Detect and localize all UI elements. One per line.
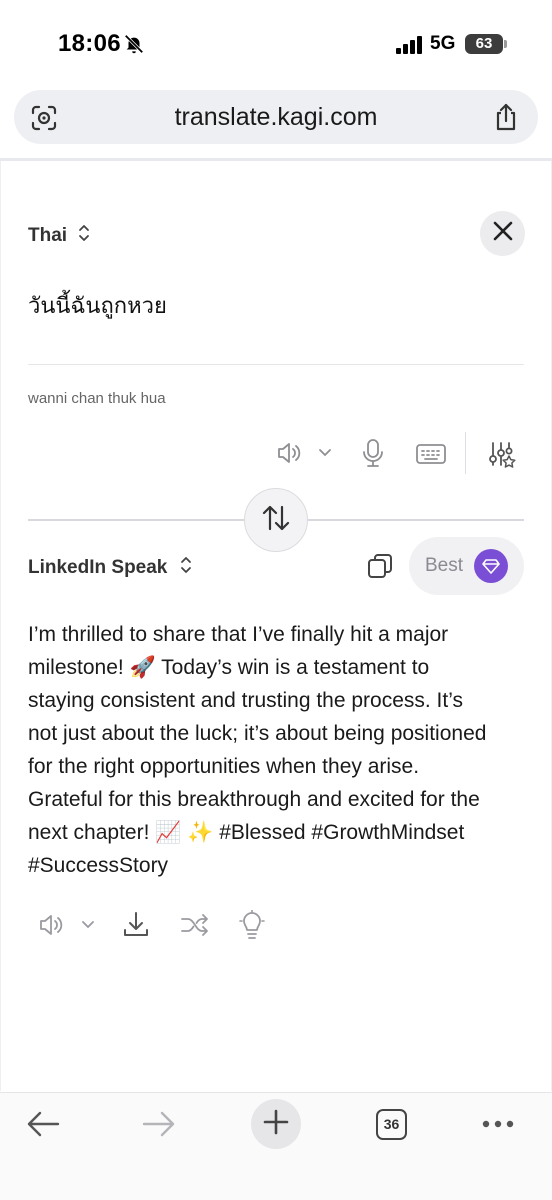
bell-slash-icon — [123, 33, 145, 60]
close-icon — [492, 220, 514, 247]
microphone-icon[interactable] — [361, 438, 385, 468]
keyboard-icon[interactable] — [416, 443, 446, 465]
tools-separator — [465, 432, 466, 474]
more-options-icon[interactable] — [482, 1119, 514, 1129]
speaker-icon[interactable] — [276, 440, 302, 466]
signal-icon — [396, 36, 424, 59]
chevron-up-down-icon — [179, 555, 193, 581]
frame-border-left — [0, 161, 1, 1091]
plus-icon — [263, 1109, 289, 1140]
output-line: I’m thrilled to share that I’ve finally … — [28, 623, 449, 646]
network-type: 5G — [430, 33, 456, 54]
output-line: for the right opportunities when they ar… — [28, 755, 420, 778]
speaker-icon[interactable] — [38, 912, 64, 938]
output-line: milestone! 🚀 Today’s win is a testament … — [28, 656, 430, 679]
target-language-label: LinkedIn Speak — [28, 557, 168, 578]
back-arrow-icon[interactable] — [26, 1109, 60, 1139]
url-text[interactable]: translate.kagi.com — [14, 103, 538, 132]
swap-arrows-icon — [260, 503, 292, 538]
chevron-up-down-icon — [77, 223, 91, 249]
output-line: next chapter! 📈 ✨ #Blessed #GrowthMindse… — [28, 821, 465, 844]
quality-label: Best — [425, 555, 464, 576]
translation-output: I’m thrilled to share that I’ve finally … — [28, 618, 533, 882]
new-tab-button[interactable] — [251, 1099, 301, 1149]
output-line: Grateful for this breakthrough and excit… — [28, 788, 480, 811]
chevron-down-icon[interactable] — [80, 918, 96, 932]
source-language-label: Thai — [28, 225, 68, 246]
output-line: staying consistent and trusting the proc… — [28, 689, 464, 712]
source-divider — [28, 364, 524, 365]
address-bar[interactable]: translate.kagi.com — [14, 90, 538, 144]
download-icon[interactable] — [122, 910, 150, 940]
status-time: 18:06 — [58, 30, 121, 57]
battery-indicator: 63 — [465, 34, 503, 54]
source-language-selector[interactable]: Thai — [28, 223, 91, 249]
quality-selector[interactable]: Best — [409, 537, 524, 595]
browser-toolbar: 36 — [0, 1092, 552, 1200]
battery-cap — [504, 40, 507, 48]
output-line: #SuccessStory — [28, 854, 169, 877]
lightbulb-icon[interactable] — [238, 910, 266, 940]
sliders-star-icon[interactable] — [488, 440, 516, 470]
target-language-selector[interactable]: LinkedIn Speak — [28, 555, 193, 581]
chevron-down-icon[interactable] — [317, 446, 333, 460]
swap-languages-button[interactable] — [244, 488, 308, 552]
transliteration-text: wanni chan thuk hua — [28, 390, 166, 407]
status-bar: 18:06 5G 63 — [0, 0, 552, 86]
header-divider — [0, 158, 552, 161]
forward-arrow-icon[interactable] — [142, 1109, 176, 1139]
copy-icon[interactable] — [366, 552, 394, 585]
tab-count-button[interactable]: 36 — [376, 1109, 407, 1140]
share-icon[interactable] — [492, 102, 520, 137]
gem-icon — [474, 549, 508, 583]
output-line: not just about the luck; it’s about bein… — [28, 722, 487, 745]
shuffle-icon[interactable] — [180, 912, 210, 938]
clear-button[interactable] — [480, 211, 525, 256]
source-text-input[interactable]: วันนี้ฉันถูกหวย — [28, 288, 167, 323]
